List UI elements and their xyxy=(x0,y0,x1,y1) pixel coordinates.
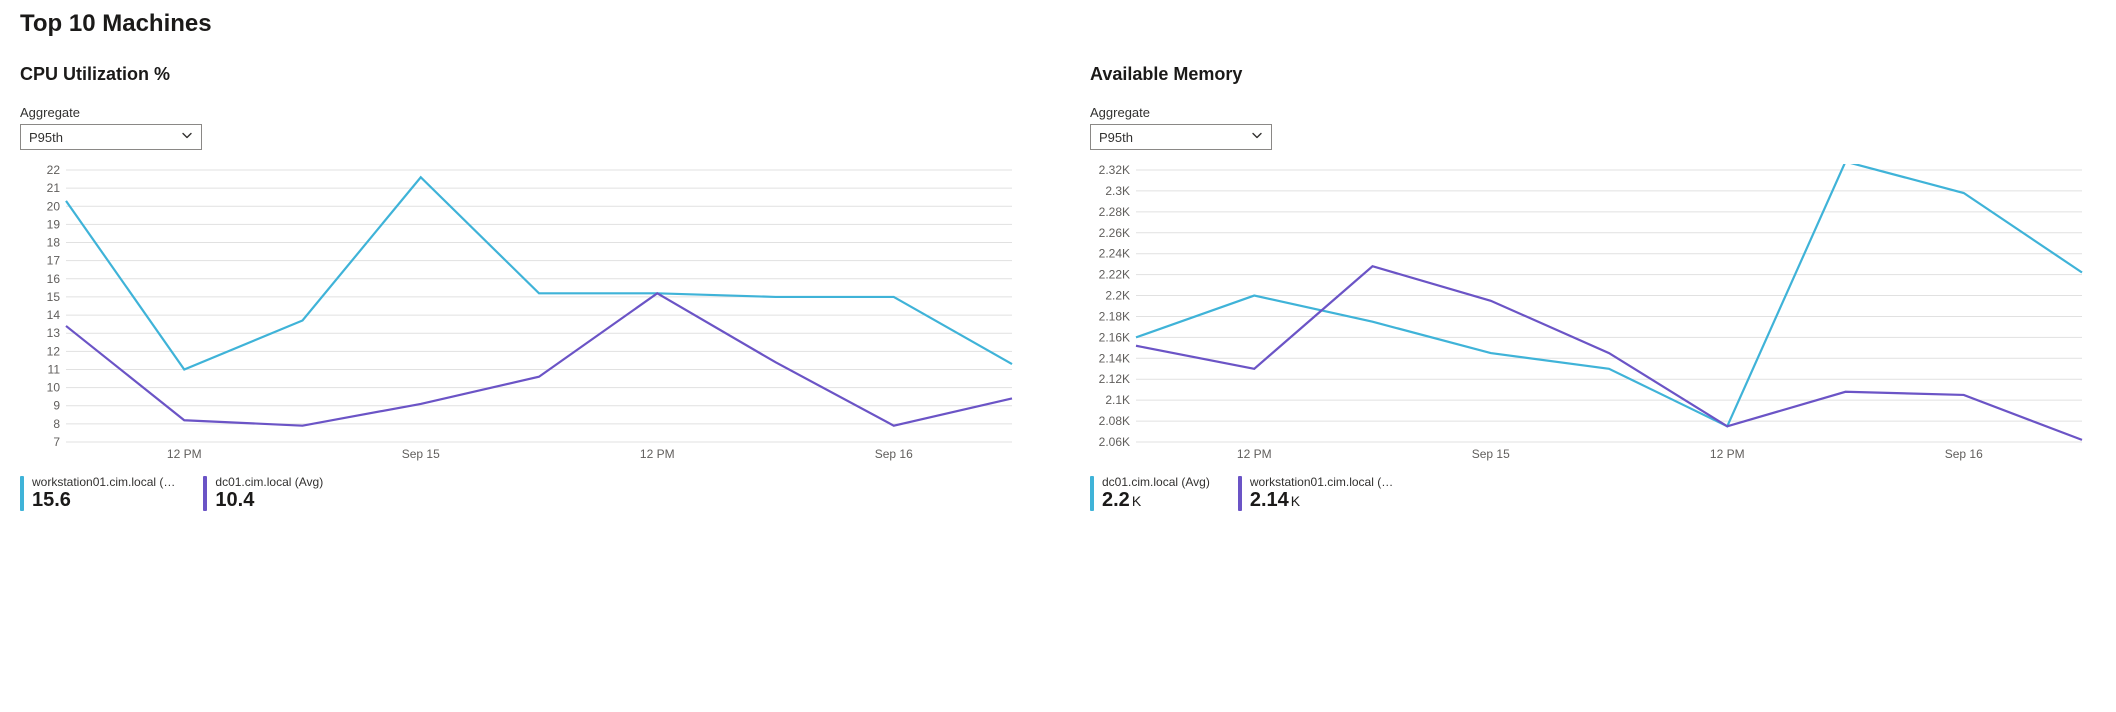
aggregate-block-memory: Aggregate P95th xyxy=(1090,105,2090,150)
chevron-down-icon xyxy=(1251,130,1263,145)
legend-value: 2.14K xyxy=(1250,489,1393,511)
legend-value: 15.6 xyxy=(32,489,175,511)
svg-text:2.26K: 2.26K xyxy=(1099,226,1130,240)
svg-text:21: 21 xyxy=(47,181,61,195)
legend-value: 10.4 xyxy=(215,489,323,511)
svg-text:16: 16 xyxy=(47,272,61,286)
aggregate-value: P95th xyxy=(29,130,63,145)
svg-text:15: 15 xyxy=(47,290,61,304)
svg-text:14: 14 xyxy=(47,308,61,322)
svg-text:2.28K: 2.28K xyxy=(1099,205,1130,219)
legend-name: workstation01.cim.local (… xyxy=(32,476,175,489)
legend-name: workstation01.cim.local (… xyxy=(1250,476,1393,489)
legend-name: dc01.cim.local (Avg) xyxy=(215,476,323,489)
svg-text:20: 20 xyxy=(47,199,61,213)
legend-item[interactable]: dc01.cim.local (Avg) 10.4 xyxy=(203,476,323,511)
svg-text:11: 11 xyxy=(48,362,61,376)
svg-text:10: 10 xyxy=(47,381,61,395)
svg-text:12 PM: 12 PM xyxy=(1710,447,1745,461)
svg-text:2.18K: 2.18K xyxy=(1099,309,1130,323)
panel-memory: Available Memory Aggregate P95th 2.06K2.… xyxy=(1090,64,2090,511)
svg-text:2.24K: 2.24K xyxy=(1099,247,1130,261)
chart-memory[interactable]: 2.06K 2.08K 2.1K 2.12K 2.14K 2.16K 2.18K 2.2K 2.… xyxy=(1090,164,2090,464)
svg-text:12: 12 xyxy=(47,344,61,358)
svg-text:Sep 15: Sep 15 xyxy=(402,447,440,461)
aggregate-label: Aggregate xyxy=(1090,105,2090,120)
svg-text:17: 17 xyxy=(47,254,61,268)
aggregate-select-memory[interactable]: P95th xyxy=(1090,124,1272,150)
legend-cpu: workstation01.cim.local (… 15.6 dc01.cim… xyxy=(20,476,1020,511)
svg-text:2.22K: 2.22K xyxy=(1099,268,1130,282)
svg-text:Sep 16: Sep 16 xyxy=(1945,447,1983,461)
aggregate-select-cpu[interactable]: P95th xyxy=(20,124,202,150)
svg-text:12 PM: 12 PM xyxy=(1237,447,1272,461)
svg-text:12 PM: 12 PM xyxy=(640,447,675,461)
legend-swatch xyxy=(1090,476,1094,511)
svg-text:8: 8 xyxy=(53,417,60,431)
svg-text:18: 18 xyxy=(47,236,61,250)
legend-item[interactable]: workstation01.cim.local (… 2.14K xyxy=(1238,476,1393,511)
panel-memory-title: Available Memory xyxy=(1090,64,2090,85)
svg-text:Sep 16: Sep 16 xyxy=(875,447,913,461)
svg-text:2.3K: 2.3K xyxy=(1105,184,1130,198)
legend-swatch xyxy=(20,476,24,511)
legend-item[interactable]: dc01.cim.local (Avg) 2.2K xyxy=(1090,476,1210,511)
svg-text:Sep 15: Sep 15 xyxy=(1472,447,1510,461)
panels-row: CPU Utilization % Aggregate P95th 7 8 9 10 1… xyxy=(20,64,2096,511)
svg-text:2.1K: 2.1K xyxy=(1105,393,1130,407)
legend-memory: dc01.cim.local (Avg) 2.2K workstation01.… xyxy=(1090,476,2090,511)
svg-text:12 PM: 12 PM xyxy=(167,447,202,461)
panel-cpu: CPU Utilization % Aggregate P95th 7 8 9 10 1… xyxy=(20,64,1020,511)
page-title: Top 10 Machines xyxy=(20,10,2096,38)
svg-text:2.14K: 2.14K xyxy=(1099,351,1130,365)
legend-swatch xyxy=(203,476,207,511)
chevron-down-icon xyxy=(181,130,193,145)
svg-text:19: 19 xyxy=(47,217,61,231)
svg-text:2.08K: 2.08K xyxy=(1099,414,1130,428)
svg-text:22: 22 xyxy=(47,164,61,177)
svg-text:2.06K: 2.06K xyxy=(1099,435,1130,449)
svg-text:2.2K: 2.2K xyxy=(1105,289,1130,303)
aggregate-label: Aggregate xyxy=(20,105,1020,120)
legend-swatch xyxy=(1238,476,1242,511)
svg-text:2.32K: 2.32K xyxy=(1099,164,1130,177)
panel-cpu-title: CPU Utilization % xyxy=(20,64,1020,85)
svg-text:9: 9 xyxy=(53,399,60,413)
svg-text:7: 7 xyxy=(53,435,60,449)
chart-cpu[interactable]: 7 8 9 10 11 12 13 14 15 16 17 18 19 20 21 22 12 PM Sep 15… xyxy=(20,164,1020,464)
svg-text:2.16K: 2.16K xyxy=(1099,330,1130,344)
legend-value: 2.2K xyxy=(1102,489,1210,511)
svg-text:2.12K: 2.12K xyxy=(1099,372,1130,386)
aggregate-block-cpu: Aggregate P95th xyxy=(20,105,1020,150)
aggregate-value: P95th xyxy=(1099,130,1133,145)
legend-name: dc01.cim.local (Avg) xyxy=(1102,476,1210,489)
legend-item[interactable]: workstation01.cim.local (… 15.6 xyxy=(20,476,175,511)
svg-text:13: 13 xyxy=(47,326,61,340)
